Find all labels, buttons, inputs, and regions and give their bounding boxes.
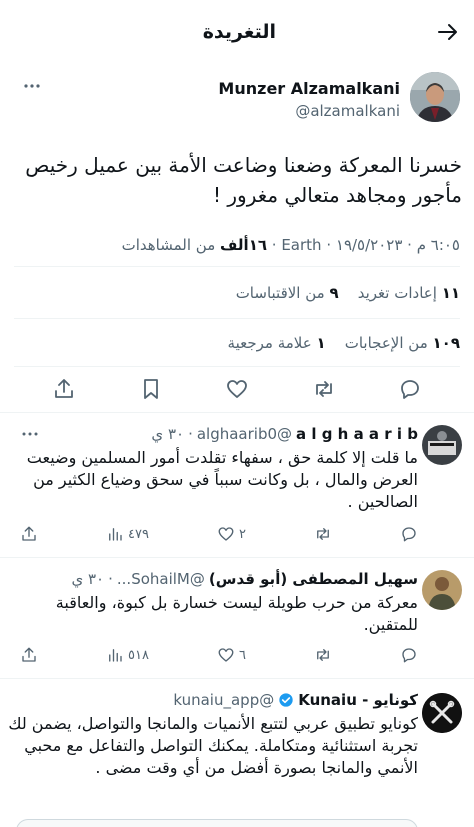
- retweet-quote-stats: ١١ إعادات تغريد ٩ من الاقتباسات: [236, 282, 460, 304]
- reply-text: معركة من حرب طويلة ليست خسارة بل كبوة، و…: [55, 593, 418, 634]
- like-button[interactable]: ٦: [217, 646, 246, 664]
- verified-badge-icon: [279, 693, 293, 707]
- share-button[interactable]: [20, 646, 38, 664]
- retweet-button[interactable]: [314, 646, 332, 664]
- views-bar-chart-icon: [109, 528, 122, 541]
- share-icon: [22, 647, 36, 662]
- quotes-count: ٩: [329, 284, 339, 302]
- reply-time[interactable]: ٣٠ ي: [71, 570, 104, 588]
- reply-time[interactable]: ٣٠ ي: [151, 425, 184, 443]
- retweets-stat[interactable]: ١١ إعادات تغريد: [353, 284, 460, 302]
- reply-text: ما قلت إلا كلمة حق ، سفهاء تقلدت أمور ال…: [26, 448, 418, 511]
- reply-item[interactable]: سهيل المصطفى (أبو قدس) @SohailM... · ٣٠ …: [0, 558, 474, 678]
- author-handle[interactable]: @alzamalkani: [295, 101, 400, 121]
- avatar[interactable]: [422, 693, 462, 733]
- likes-stat[interactable]: ١٠٩ من الإعجابات: [340, 334, 460, 352]
- kunai-logo-icon: [422, 693, 462, 733]
- heart-icon: [227, 380, 247, 398]
- retweet-icon: [317, 528, 329, 540]
- views-label: من المشاهدات: [121, 236, 216, 254]
- more-options-button[interactable]: [20, 429, 40, 439]
- tweet-action-bar: [52, 376, 422, 402]
- promoted-item[interactable]: كونايو - Kunaiu @kunaiu_app كونايو تطبيق…: [0, 679, 474, 827]
- header-bar: التغريدة: [0, 0, 474, 62]
- reply-button[interactable]: [398, 377, 422, 401]
- reply-bubble-icon: [401, 380, 419, 399]
- reply-button[interactable]: [400, 646, 418, 664]
- reply-author-name[interactable]: a l g h a a r i b: [296, 425, 418, 443]
- reply-header: كونايو - Kunaiu @kunaiu_app: [173, 691, 418, 709]
- share-icon: [22, 526, 36, 541]
- share-icon: [55, 379, 73, 398]
- heart-icon: [218, 648, 234, 662]
- reply-header: a l g h a a r i b @alghaarib0 · ٣٠ ي: [151, 425, 418, 443]
- reply-action-bar: ٢ ٤٧٩: [20, 523, 418, 545]
- retweet-icon: [315, 381, 332, 397]
- author-name[interactable]: Munzer Alzamalkani: [218, 78, 400, 100]
- arrow-right-icon: [438, 24, 457, 40]
- more-dots-icon: [22, 432, 38, 436]
- page-title: التغريدة: [202, 21, 276, 43]
- bookmark-icon: [143, 379, 158, 399]
- bookmarks-stat[interactable]: ١ علامة مرجعية: [228, 334, 326, 352]
- heart-icon: [218, 527, 234, 541]
- bookmarks-count: ١: [316, 334, 326, 352]
- reply-button[interactable]: [400, 525, 418, 543]
- share-button[interactable]: [52, 377, 76, 401]
- like-button[interactable]: ٢: [217, 525, 246, 543]
- quotes-stat[interactable]: ٩ من الاقتباسات: [236, 284, 339, 302]
- avatar[interactable]: [422, 570, 462, 610]
- bookmarks-label: علامة مرجعية: [227, 334, 312, 352]
- back-arrow-button[interactable]: [436, 20, 460, 44]
- retweet-icon: [317, 649, 329, 661]
- likes-label: من الإعجابات: [344, 334, 428, 352]
- tweet-source: Earth: [281, 236, 322, 254]
- views-count: ٥١٨: [128, 647, 149, 663]
- reply-author-handle[interactable]: @SohailM...: [117, 570, 205, 588]
- quotes-label: من الاقتباسات: [235, 284, 325, 302]
- likes-count: ٢: [238, 526, 246, 542]
- reply-action-bar: ٦ ٥١٨: [20, 644, 418, 666]
- reply-header: سهيل المصطفى (أبو قدس) @SohailM... · ٣٠ …: [71, 570, 418, 588]
- views-button[interactable]: ٤٧٩: [106, 525, 149, 543]
- tweet-time[interactable]: ٦:٠٥ م · ١٩/٥/٢٠٢٣: [336, 236, 460, 254]
- views-count: ١٦ألف: [220, 236, 267, 254]
- reply-bubble-icon: [402, 648, 416, 663]
- likes-count: ٦: [238, 647, 246, 663]
- more-options-button[interactable]: [22, 80, 42, 92]
- like-bookmark-stats: ١٠٩ من الإعجابات ١ علامة مرجعية: [228, 332, 460, 354]
- reply-author-name[interactable]: كونايو - Kunaiu: [298, 691, 418, 709]
- bookmark-button[interactable]: [139, 377, 163, 401]
- retweets-label: إعادات تغريد: [357, 284, 437, 302]
- views-button[interactable]: ٥١٨: [106, 646, 149, 664]
- share-button[interactable]: [20, 525, 38, 543]
- reply-author-name[interactable]: سهيل المصطفى (أبو قدس): [209, 570, 418, 588]
- retweet-button[interactable]: [312, 377, 336, 401]
- likes-count: ١٠٩: [432, 334, 460, 352]
- views-bar-chart-icon: [109, 649, 122, 662]
- retweets-count: ١١: [441, 284, 460, 302]
- like-button[interactable]: [225, 377, 249, 401]
- reply-author-handle[interactable]: @kunaiu_app: [173, 691, 274, 709]
- tweet-text: خسرنا المعركة وضعنا وضاعت الأمة بين عميل…: [25, 153, 462, 207]
- reply-bubble-icon: [402, 527, 416, 542]
- more-dots-icon: [24, 84, 40, 88]
- media-preview[interactable]: [16, 819, 418, 827]
- avatar[interactable]: [410, 72, 460, 122]
- reply-text: كونايو تطبيق عربي لتتبع الأنميات والمانج…: [8, 714, 418, 777]
- reply-item[interactable]: a l g h a a r i b @alghaarib0 · ٣٠ ي ما …: [0, 413, 474, 557]
- retweet-button[interactable]: [314, 525, 332, 543]
- views-count: ٤٧٩: [128, 526, 149, 542]
- tweet-meta: ٦:٠٥ م · ١٩/٥/٢٠٢٣ · Earth · ١٦ألف من ال…: [121, 236, 460, 254]
- avatar[interactable]: [422, 425, 462, 465]
- reply-author-handle[interactable]: @alghaarib0: [197, 425, 292, 443]
- main-tweet: Munzer Alzamalkani @alzamalkani خسرنا ال…: [0, 62, 474, 412]
